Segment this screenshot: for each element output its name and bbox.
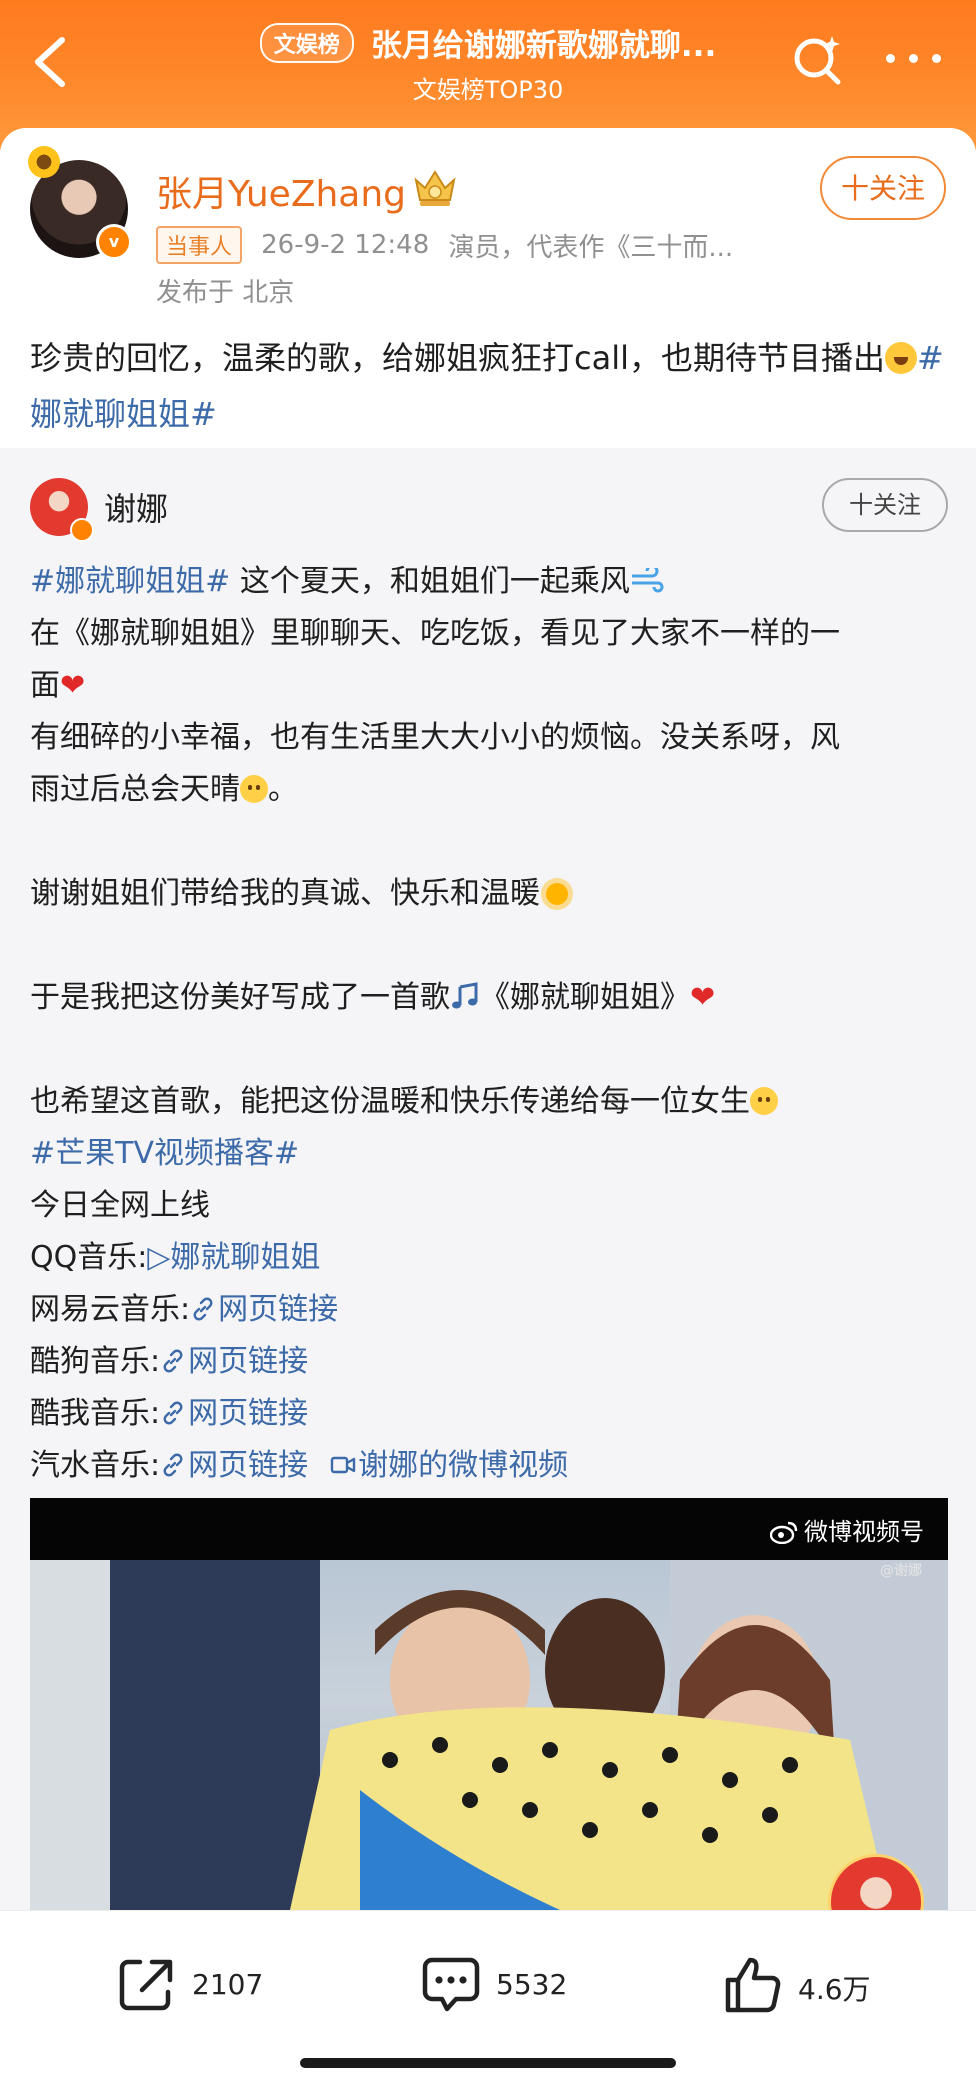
video-scene-art <box>30 1560 948 1910</box>
qq-music-link[interactable]: ▷娜就聊姐姐 <box>147 1240 320 1275</box>
repost-line: 有细碎的小幸福，也有生活里大大小小的烦恼。没关系呀，风 <box>30 720 840 755</box>
link-icon <box>163 1401 183 1425</box>
platform-label: 汽水音乐: <box>30 1448 161 1483</box>
kugou-link[interactable]: 网页链接 <box>160 1344 308 1379</box>
smile-emoji-icon <box>750 1087 778 1115</box>
repost-hashtag[interactable]: #芒果TV视频播客# <box>30 1128 950 1180</box>
share-icon <box>119 1959 173 2011</box>
repost-line: 面❤ <box>30 660 950 712</box>
video-watermark: 微博视频号 <box>770 1512 924 1547</box>
video-camera-icon <box>330 1456 356 1474</box>
repost-author-name[interactable]: 谢娜 <box>104 484 168 530</box>
sunflower-badge-icon <box>28 146 60 178</box>
repost-line: 于是我把这份美好写成了一首歌 《娜就聊姐姐》❤ <box>30 972 950 1024</box>
author-name[interactable]: 张月YueZhang <box>156 165 406 217</box>
link-text: 谢娜的微博视频 <box>358 1448 569 1483</box>
repost-line-text: 面 <box>30 668 60 703</box>
link-text: 网页链接 <box>188 1344 309 1379</box>
link-icon <box>163 1453 183 1477</box>
share-count: 2107 <box>192 1968 264 2001</box>
more-dots-icon <box>886 54 895 63</box>
crown-badge-icon <box>412 166 458 208</box>
search-sparkle-icon <box>794 36 841 85</box>
share-button[interactable]: 2107 <box>116 1950 276 2020</box>
link-icon <box>163 1349 183 1373</box>
repost-line-text: 谢谢姐姐们带给我的真诚、快乐和温暖 <box>30 876 540 911</box>
video-watermark-text: 微博视频号 <box>804 1518 924 1546</box>
platform-label: QQ音乐: <box>30 1240 148 1275</box>
like-count: 4.6万 <box>798 1973 871 2006</box>
post-body: 珍贵的回忆，温柔的歌，给娜姐疯狂打call，也期待节目播出 <box>30 339 885 377</box>
music-note-icon <box>452 982 478 1009</box>
weibo-video-link[interactable]: 谢娜的微博视频 <box>330 1448 568 1483</box>
video-thumbnail <box>30 1560 948 1910</box>
post-meta: 当事人 26-9-2 12:48 演员，代表作《三十而... <box>156 226 733 264</box>
sun-emoji-icon <box>546 883 568 905</box>
qishui-link[interactable]: 网页链接 <box>160 1448 308 1483</box>
more-button[interactable] <box>882 44 946 74</box>
comment-button[interactable]: 5532 <box>420 1950 580 2020</box>
repost-follow-button[interactable]: 十关注 <box>822 478 948 532</box>
weibo-logo-icon <box>770 1521 798 1544</box>
repost-line: 汽水音乐: 网页链接 谢娜的微博视频 <box>30 1440 950 1492</box>
repost-line-text: 也希望这首歌，能把这份温暖和快乐传递给每一位女生 <box>30 1084 750 1119</box>
author-avatar[interactable]: v <box>28 146 132 260</box>
link-text: 网页链接 <box>188 1448 309 1483</box>
heart-emoji-icon: ❤ <box>60 668 86 703</box>
song-title: 《娜就聊姐姐》 <box>480 980 690 1015</box>
repost-line: 酷狗音乐: 网页链接 <box>30 1336 950 1388</box>
author-description[interactable]: 演员，代表作《三十而... <box>448 227 733 264</box>
repost-hashtag[interactable]: #娜就聊姐姐# <box>30 564 230 599</box>
search-button[interactable] <box>790 32 846 88</box>
rank-badge: 文娱榜 <box>259 22 354 63</box>
repost-line: 网易云音乐: 网页链接 <box>30 1284 950 1336</box>
comment-count: 5532 <box>496 1968 568 2001</box>
repost-line: 今日全网上线 <box>30 1188 210 1223</box>
post-text: 珍贵的回忆，温柔的歌，给娜姐疯狂打call，也期待节目播出 #娜就聊姐姐# <box>30 330 950 442</box>
repost-line: 雨过后总会天晴。 <box>30 764 950 816</box>
platform-label: 网易云音乐: <box>30 1292 191 1327</box>
home-indicator[interactable] <box>300 2058 676 2068</box>
repost-line: #娜就聊姐姐# 这个夏天，和姐姐们一起乘风 <box>30 556 950 608</box>
repost-line: 谢谢姐姐们带给我的真诚、快乐和温暖 <box>30 868 950 920</box>
link-text: 网页链接 <box>188 1396 309 1431</box>
post-location: 发布于 北京 <box>156 278 295 308</box>
page-title: 张月给谢娜新歌娜就聊... <box>370 28 717 64</box>
follow-button[interactable]: 十关注 <box>820 156 946 220</box>
post-time: 26-9-2 12:48 <box>261 230 430 260</box>
verified-v-icon <box>70 518 94 542</box>
repost-text: #娜就聊姐姐# 这个夏天，和姐姐们一起乘风 在《娜就聊姐姐》里聊聊天、吃吃饭，看… <box>30 556 950 1492</box>
netease-link[interactable]: 网页链接 <box>190 1292 338 1327</box>
video-player[interactable]: 微博视频号 @谢娜 <box>30 1498 948 1910</box>
repost-line: 在《娜就聊姐姐》里聊聊天、吃吃饭，看见了大家不一样的一 <box>30 616 840 651</box>
video-handle: @谢娜 <box>880 1563 922 1579</box>
smile-emoji-icon <box>240 775 268 803</box>
platform-label: 酷狗音乐: <box>30 1344 161 1379</box>
repost-line: QQ音乐:▷娜就聊姐姐 <box>30 1232 950 1284</box>
link-text: 网页链接 <box>218 1292 339 1327</box>
laugh-emoji-icon <box>885 342 917 374</box>
repost-line-text: 。 <box>268 772 298 807</box>
repost-line-text: 于是我把这份美好写成了一首歌 <box>30 980 450 1015</box>
kuwo-link[interactable]: 网页链接 <box>160 1396 308 1431</box>
repost-line-text: 这个夏天，和姐姐们一起乘风 <box>230 564 630 599</box>
wind-emoji-icon <box>631 568 664 593</box>
heart-emoji-icon: ❤ <box>690 980 716 1015</box>
verified-v-icon: v <box>96 224 132 260</box>
link-icon <box>193 1297 213 1321</box>
repost-line-text: 雨过后总会天晴 <box>30 772 240 807</box>
repost-line: 也希望这首歌，能把这份温暖和快乐传递给每一位女生 <box>30 1076 950 1128</box>
party-tag: 当事人 <box>156 226 243 264</box>
platform-label: 酷我音乐: <box>30 1396 161 1431</box>
repost-line: 酷我音乐: 网页链接 <box>30 1388 950 1440</box>
thumbs-up-icon <box>725 1957 781 2013</box>
comment-icon <box>422 1957 480 2012</box>
like-button[interactable]: 4.6万 <box>722 1950 882 2020</box>
